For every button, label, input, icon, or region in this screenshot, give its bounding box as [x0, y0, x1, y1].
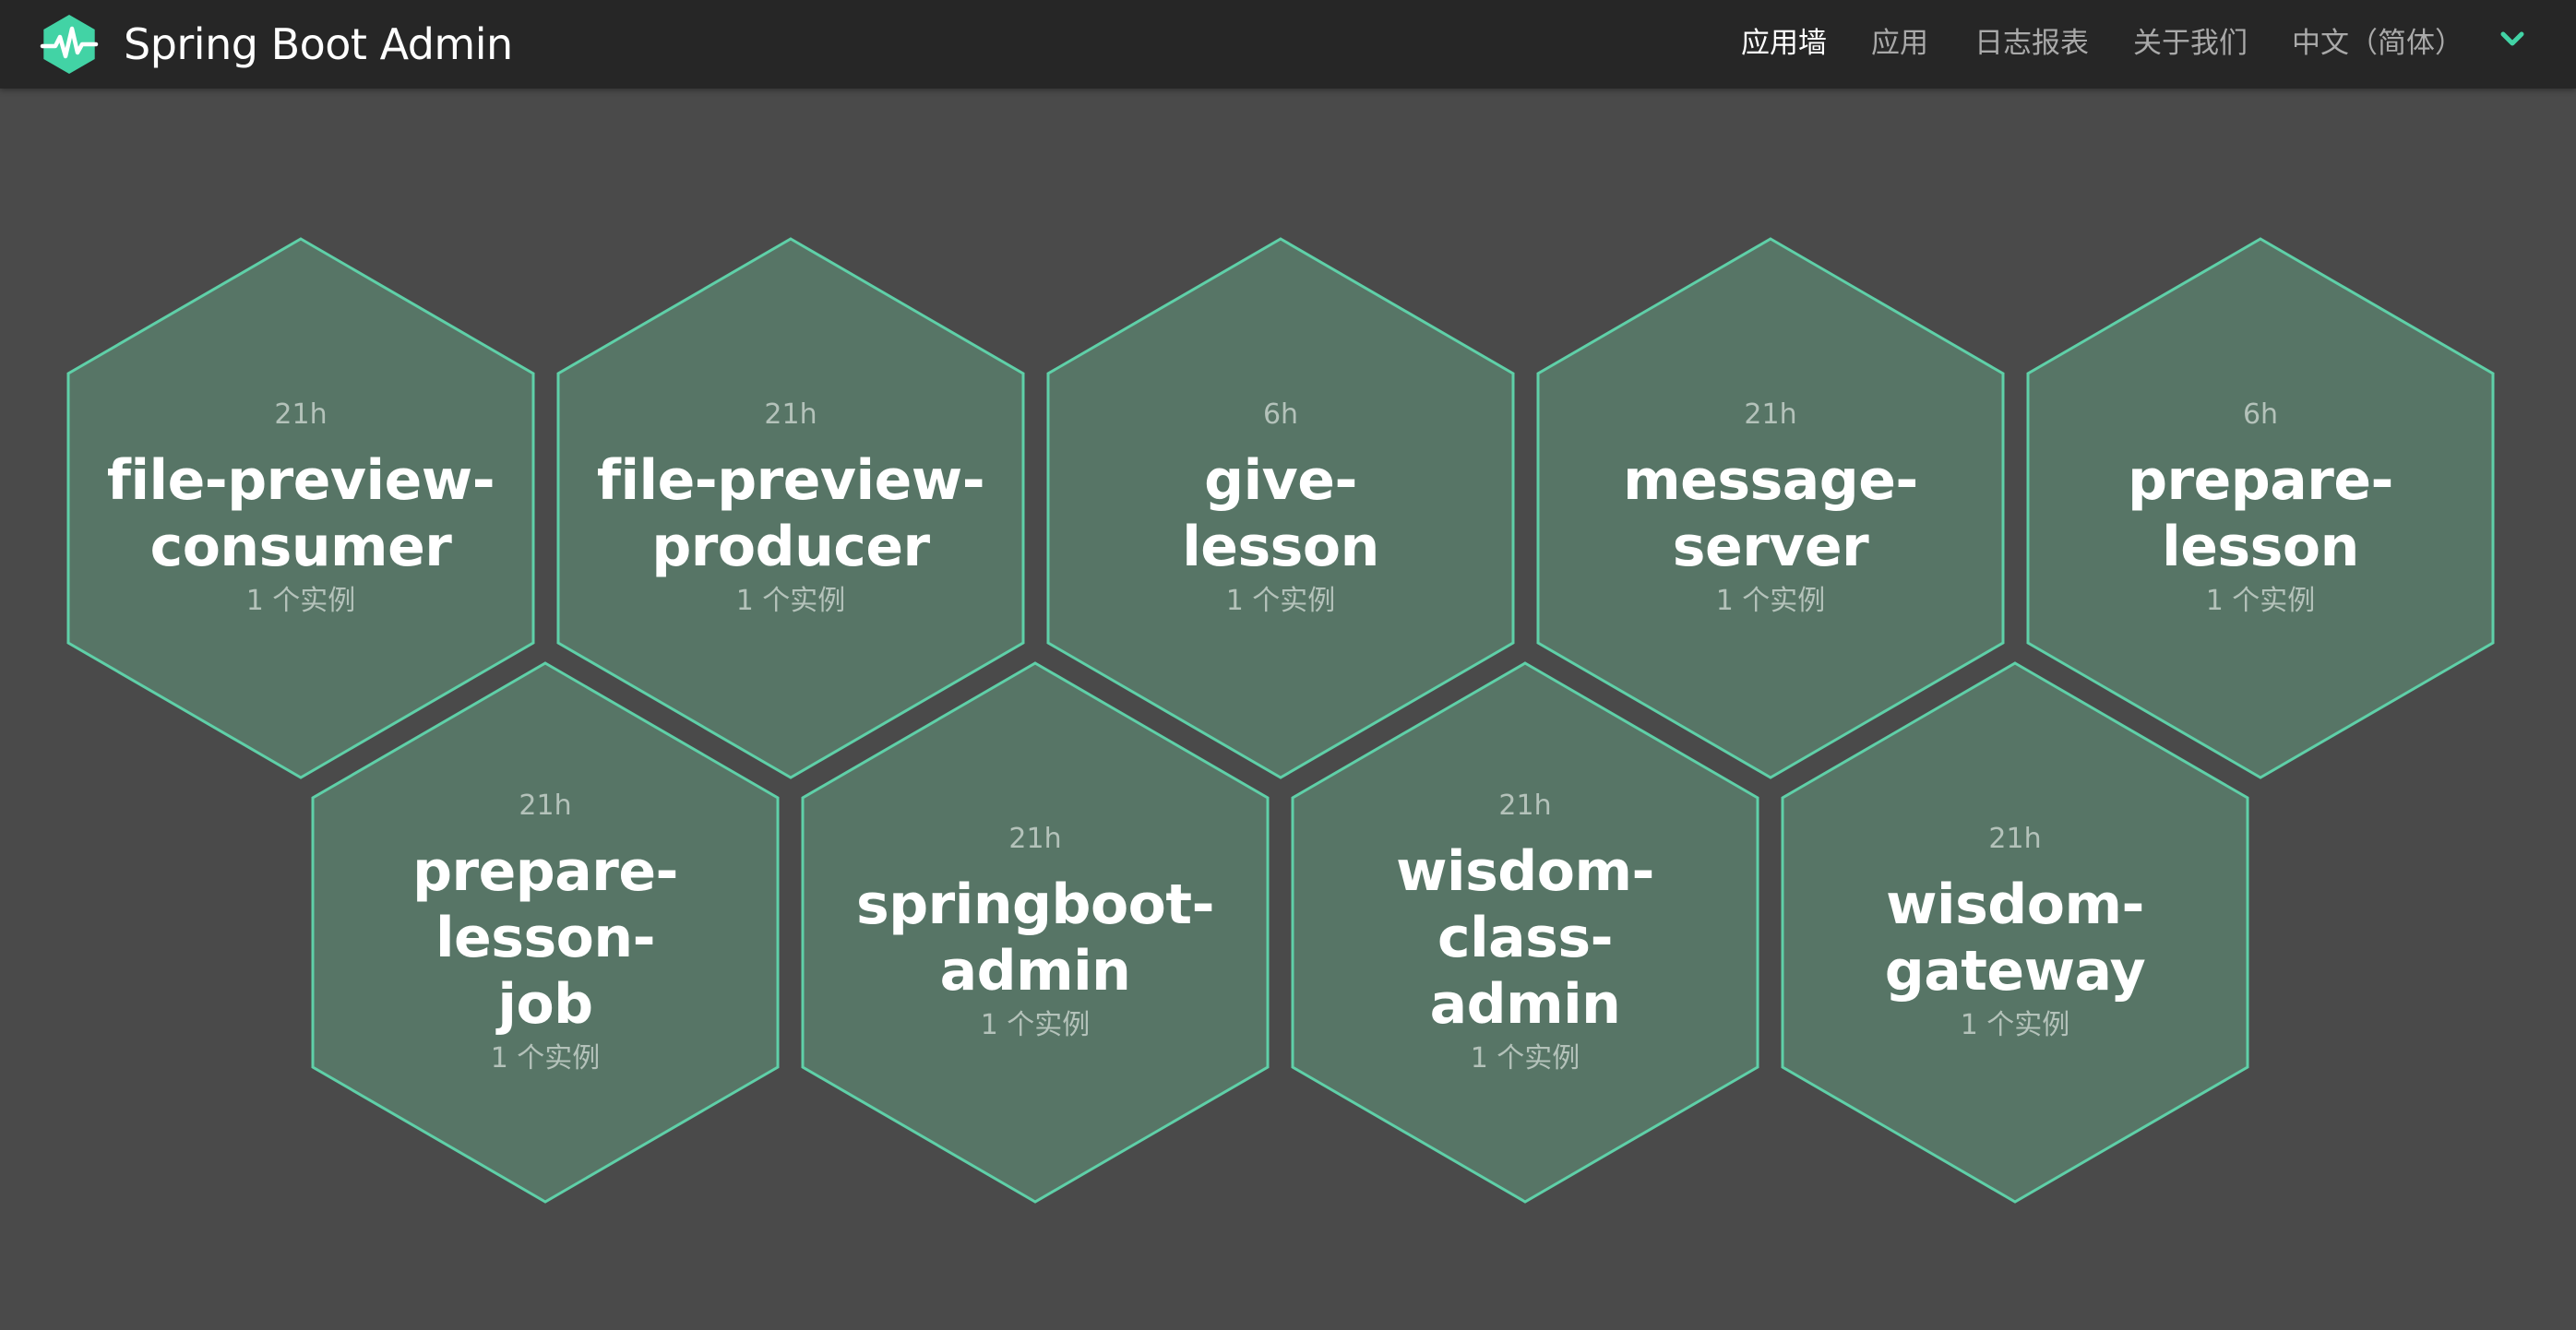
- app-name: file-preview- consumer: [107, 447, 495, 580]
- instance-count: 1 个实例: [1960, 1009, 2070, 1041]
- app-name: message- server: [1623, 447, 1918, 580]
- app-uptime: 21h: [1744, 398, 1797, 431]
- app-uptime: 21h: [519, 790, 572, 822]
- heartbeat-hexagon-icon: [40, 15, 99, 74]
- application-hex[interactable]: 21h prepare-lesson- job 1 个实例: [310, 661, 781, 1204]
- app-uptime: 21h: [1008, 823, 1062, 855]
- language-selector[interactable]: 中文（简体）: [2292, 19, 2524, 61]
- main-nav: 应用墙 应用 日志报表 关于我们 中文（简体）: [1741, 0, 2576, 79]
- instance-count: 1 个实例: [735, 585, 846, 617]
- app-name-line: lesson: [1182, 515, 1379, 579]
- app-uptime: 21h: [764, 398, 817, 431]
- app-name-line: prepare-: [2128, 448, 2393, 513]
- chevron-down-icon: [2500, 31, 2524, 46]
- app-name-line: prepare-lesson-: [412, 839, 678, 970]
- app-name-line: message-: [1623, 448, 1918, 513]
- instance-count: 1 个实例: [1470, 1042, 1580, 1075]
- top-navbar: Spring Boot Admin 应用墙 应用 日志报表 关于我们 中文（简体…: [0, 0, 2576, 89]
- app-name: prepare- lesson: [2128, 447, 2393, 580]
- app-name-line: gateway: [1884, 939, 2146, 1003]
- instance-count: 1 个实例: [1225, 585, 1336, 617]
- app-uptime: 21h: [274, 398, 328, 431]
- app-name: prepare-lesson- job: [338, 838, 753, 1038]
- app-name: wisdom- gateway: [1885, 872, 2146, 1004]
- application-hex[interactable]: 21h wisdom-class- admin 1 个实例: [1290, 661, 1760, 1204]
- instance-count: 1 个实例: [1715, 585, 1826, 617]
- app-name: file-preview- producer: [596, 447, 985, 580]
- app-name-line: springboot-: [856, 873, 1214, 937]
- nav-item-wallboard[interactable]: 应用墙: [1741, 19, 1827, 61]
- instance-count: 1 个实例: [980, 1009, 1091, 1041]
- app-name-line: admin: [939, 939, 1131, 1003]
- app-name-line: give-: [1204, 448, 1357, 513]
- app-name-line: wisdom-class-: [1396, 839, 1654, 970]
- app-name-line: producer: [651, 515, 930, 579]
- language-label: 中文（简体）: [2292, 26, 2463, 60]
- application-hex[interactable]: 21h wisdom- gateway 1 个实例: [1780, 661, 2250, 1204]
- nav-item-about-us[interactable]: 关于我们: [2133, 19, 2248, 61]
- app-uptime: 21h: [1498, 790, 1552, 822]
- app-title: Spring Boot Admin: [124, 19, 513, 69]
- app-uptime: 6h: [1262, 398, 1299, 431]
- nav-item-applications[interactable]: 应用: [1871, 19, 1928, 61]
- app-name-line: server: [1672, 515, 1869, 579]
- brand-home-link[interactable]: Spring Boot Admin: [37, 9, 513, 79]
- nav-item-log-reports[interactable]: 日志报表: [1974, 19, 2089, 61]
- app-name-line: lesson: [2162, 515, 2359, 579]
- app-name-line: wisdom-: [1886, 873, 2144, 937]
- app-name-line: file-preview-: [596, 448, 985, 513]
- app-name-line: consumer: [149, 515, 452, 579]
- application-hex[interactable]: 21h springboot- admin 1 个实例: [800, 661, 1270, 1204]
- app-name-line: admin: [1429, 972, 1621, 1037]
- app-name: give- lesson: [1182, 447, 1379, 580]
- instance-count: 1 个实例: [490, 1042, 601, 1075]
- app-name-line: file-preview-: [106, 448, 495, 513]
- instance-count: 1 个实例: [245, 585, 356, 617]
- app-uptime: 6h: [2242, 398, 2279, 431]
- application-wallboard: 21h file-preview- consumer 1 个实例 21h fil…: [0, 89, 2576, 1330]
- app-name: wisdom-class- admin: [1318, 838, 1733, 1038]
- app-name: springboot- admin: [856, 872, 1214, 1004]
- instance-count: 1 个实例: [2205, 585, 2316, 617]
- app-name-line: job: [497, 972, 593, 1037]
- app-uptime: 21h: [1988, 823, 2042, 855]
